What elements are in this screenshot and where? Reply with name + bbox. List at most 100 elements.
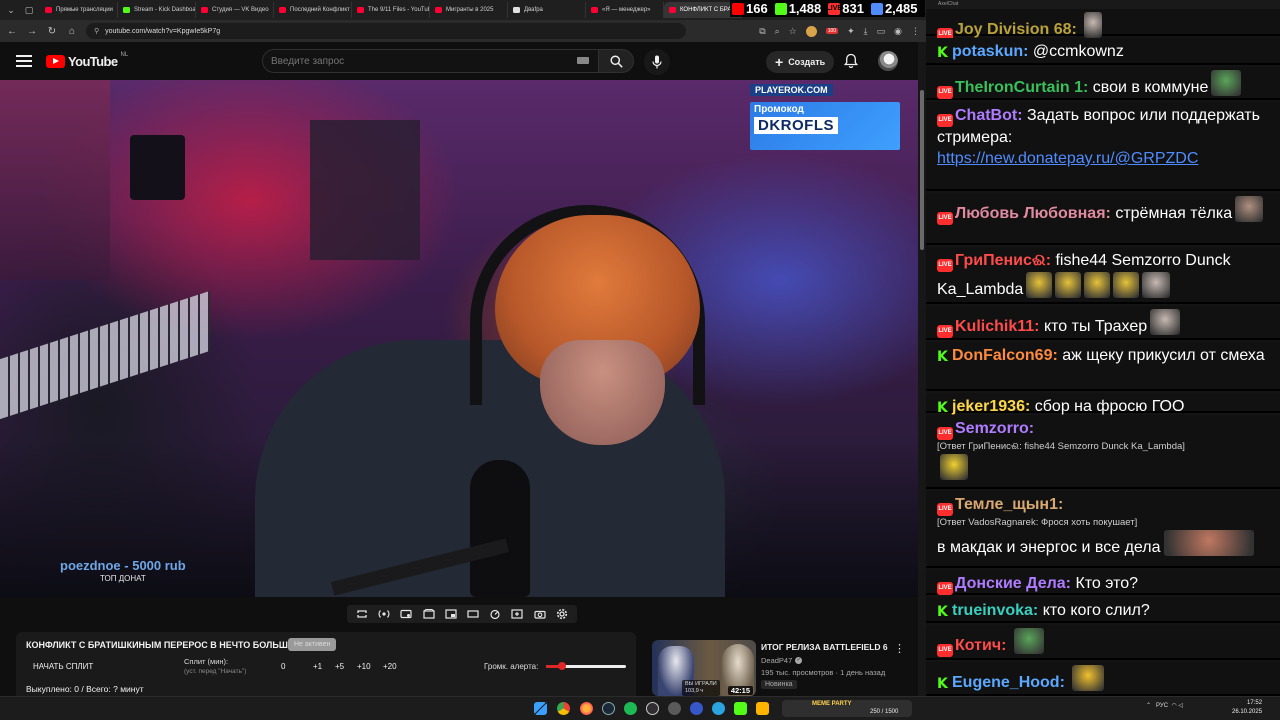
vk-live-badge-icon: LIVE [937,427,953,440]
start-icon[interactable] [534,702,547,715]
spotify-icon[interactable] [624,702,637,715]
hamburger-menu-icon[interactable] [16,55,32,67]
chat-username[interactable]: ChatBot [955,107,1017,124]
chat-username[interactable]: Любовь Любовная [955,205,1106,222]
keyboard-icon[interactable] [577,57,589,64]
chat-username[interactable]: potaskun [952,43,1023,60]
chat-username[interactable]: Котич [955,637,1001,654]
chat-username[interactable]: TheIronCurtain 1 [955,79,1083,96]
home-icon[interactable]: ⌂ [66,26,78,37]
puzzle-icon[interactable]: ✦ [847,26,855,37]
reload-icon[interactable]: ↻ [46,26,58,37]
split-add-1-button[interactable]: +1 [313,662,322,671]
back-icon[interactable]: ← [6,26,18,37]
chat-link[interactable]: https://new.donatepay.ru/@GRPZDC [937,150,1198,167]
alert-volume-slider[interactable] [546,662,626,670]
address-bar[interactable]: ⚲ youtube.com/watch?v=KpgwIe5kP7g [86,23,686,39]
browser-menu-icon[interactable]: ⋮ [911,26,920,37]
clock[interactable]: 17:52 26.10.2025 [1232,699,1262,717]
forward-icon[interactable]: → [26,26,38,37]
browser-tab[interactable]: Последний Конфликт [274,2,352,18]
app-icon[interactable] [668,702,681,715]
chat-username[interactable]: Joy Division 68 [955,21,1072,38]
tab-list-icon[interactable]: ⌄ [4,3,18,17]
theater-mode-icon[interactable] [466,608,480,620]
browser-tab[interactable]: Прямые трансляции [40,2,118,18]
wifi-icon[interactable]: ◠ [1171,703,1176,709]
telegram-icon[interactable] [712,702,725,715]
voice-search-button[interactable] [644,49,670,75]
clip-icon[interactable] [422,608,436,620]
chat-username[interactable]: trueinvoka [952,602,1033,619]
sidebar-icon[interactable]: ▭ [877,26,886,37]
loop-icon[interactable] [355,608,369,620]
paint-icon[interactable] [756,702,769,715]
chrome-icon[interactable] [557,702,570,715]
start-split-button[interactable]: НАЧАТЬ СПЛИТ [26,658,100,674]
steam-icon[interactable] [602,702,615,715]
split-add-20-button[interactable]: +20 [383,662,397,671]
gear-icon[interactable] [555,608,569,620]
clock-time: 17:52 [1247,700,1263,706]
picture-in-picture-icon[interactable] [444,608,458,620]
create-button[interactable]: + Создать [766,51,835,73]
recommended-thumbnail[interactable]: ВЫ ИГРАЛИ 103,9 ч 42:15 [652,640,756,696]
notifications-bell-icon[interactable] [843,53,859,74]
search-button[interactable] [598,49,634,73]
recommended-channel[interactable]: DeadP47 ✓ [761,656,803,665]
system-tray[interactable]: ⌃ РУС ◠ ◁ [1146,702,1183,709]
video-settings-icon[interactable] [399,608,413,620]
browser-tab[interactable]: Мигранты в 2025 [430,2,508,18]
speed-icon[interactable] [488,608,502,620]
browser-tab[interactable]: The 9/11 Files - YouTube [352,2,430,18]
recommended-video[interactable]: ВЫ ИГРАЛИ 103,9 ч 42:15 ИТОГ РЕЛИЗА BATTL… [652,640,918,696]
search-input[interactable] [262,49,598,73]
kick-app-icon[interactable] [734,702,747,715]
language-indicator[interactable]: РУС [1156,703,1168,709]
profile-icon[interactable]: ◉ [894,26,902,37]
alert-volume-knob[interactable] [558,662,566,670]
extension-badge[interactable]: 100 [825,28,839,34]
tab-search-icon[interactable]: ▢ [22,3,36,17]
video-player[interactable]: PLAYEROK.COM Промокод DKROFLS poezdnoe -… [0,80,918,597]
page-scrollbar-thumb[interactable] [920,90,924,250]
chat-emote-icon [1084,272,1111,298]
download-icon[interactable]: ⤓ [864,26,868,37]
site-info-icon[interactable]: ⚲ [94,27,99,35]
youtube-logo[interactable]: YouTube NL [46,52,128,69]
chat-emote-icon [1055,272,1082,298]
browser-tab[interactable]: Студия — VK Видео [196,2,274,18]
split-add-5-button[interactable]: +5 [335,662,344,671]
chat-username[interactable]: DonFalcon69 [952,347,1052,364]
chat-username[interactable]: Kulichik11 [955,318,1034,335]
volume-icon[interactable]: ◁ [1178,703,1183,709]
obs-icon[interactable] [646,702,659,715]
chat-username[interactable]: ГриПенисଈ [955,252,1046,269]
broadcast-icon[interactable] [377,608,391,620]
stat-value: 2,485 [884,1,918,16]
add-to-queue-icon[interactable] [510,608,524,620]
browser-tab[interactable]: Stream - Kick Dashboard [118,2,196,18]
browser-tab[interactable]: Дваfра [508,2,586,18]
meme-party-widget[interactable]: MEME PARTY 250 / 1500 [782,700,912,717]
firefox-icon[interactable] [580,702,593,715]
chat-username[interactable]: jeker1936 [952,398,1025,415]
chat-username[interactable]: Донские Дела [955,575,1066,592]
screenshot-icon[interactable] [533,608,547,620]
cast-icon[interactable]: ⧉ [759,26,765,37]
bookmark-star-icon[interactable]: ☆ [789,26,797,37]
account-avatar[interactable] [878,51,898,71]
more-options-icon[interactable]: ⋮ [894,642,905,655]
page-scrollbar[interactable] [918,42,926,696]
chat-username[interactable]: Eugene_Hood [952,674,1060,691]
tray-chevron-icon[interactable]: ⌃ [1146,703,1151,709]
split-add-10-button[interactable]: +10 [357,662,371,671]
browser-tab[interactable]: «Я — менеджер» [586,2,664,18]
media-icon[interactable] [690,702,703,715]
chat-emote-icon [1113,272,1140,298]
zoom-icon[interactable]: ⌕ [775,26,780,37]
extension-icon[interactable] [805,25,817,37]
chat-username[interactable]: Темле_щын1 [955,496,1058,513]
recommended-title[interactable]: ИТОГ РЕЛИЗА BATTLEFIELD 6 [761,642,888,652]
chat-username[interactable]: Semzorro [955,420,1029,437]
